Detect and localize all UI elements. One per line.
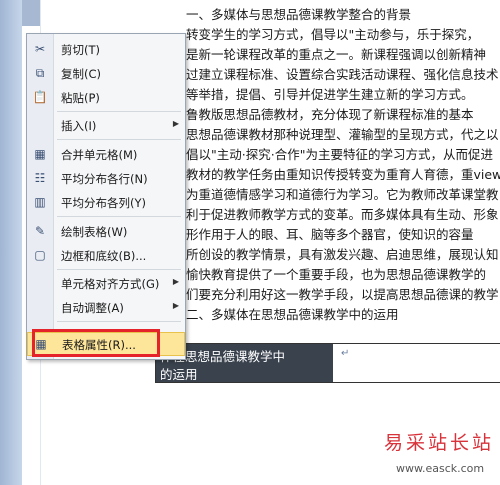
doc-line: 形作用于人的眼、耳、脑等多个器官，使知识的容量 [186, 227, 474, 242]
submenu-arrow-icon: ▶ [172, 119, 179, 128]
submenu-arrow-icon: ▶ [172, 277, 179, 286]
table-cell-text: 的运用 [160, 367, 198, 382]
table-cell-empty[interactable]: ↵ [333, 343, 500, 383]
menu-item-label: 插入(I) [61, 119, 97, 133]
menu-separator [57, 216, 181, 217]
doc-line: 愉快教育提供了一个重要手段，也为思想品德课教学的 [186, 267, 487, 282]
menu-item-merge-cells[interactable]: ▦ 合并单元格(M) [27, 143, 185, 165]
window-left-gutter [0, 0, 22, 485]
menu-item-draw-table[interactable]: ✎ 绘制表格(W) [27, 220, 185, 242]
doc-line: 转变学生的学习方式，倡导以"主动参与，乐于探究， [186, 27, 480, 42]
distribute-rows-icon: ☷ [34, 171, 46, 185]
menu-item-label: 粘贴(P) [61, 91, 100, 105]
doc-line: 利于促进教师教学方式的变革。而多媒体具有生动、形象 [186, 207, 499, 222]
context-menu: ✂ 剪切(T) ⧉ 复制(C) 📋 粘贴(P) 插入(I) ▶ ▦ 合并单元格(… [26, 33, 186, 360]
callout-highlight-box [32, 329, 160, 357]
menu-item-label: 复制(C) [61, 67, 102, 81]
copy-icon: ⧉ [35, 66, 45, 80]
menu-separator [57, 269, 181, 270]
merge-cells-icon: ▦ [34, 147, 46, 161]
menu-separator [57, 139, 181, 140]
menu-item-cut[interactable]: ✂ 剪切(T) [27, 38, 185, 60]
scissors-icon: ✂ [34, 42, 46, 56]
doc-line: 为重道德情感学习和道德行为学习。它为教师改革课堂教 [186, 187, 499, 202]
doc-line: 教材的教学任务由重知识传授转变为重育人育德，重viewing [186, 167, 500, 182]
doc-line: 思想品德课教材那种说理型、灌输型的呈现方式，代之以 [186, 127, 499, 142]
menu-item-label: 绘制表格(W) [61, 225, 128, 239]
doc-line: 过建立课程标准、设置综合实践活动课程、强化信息技术 [186, 67, 499, 82]
menu-item-distribute-columns[interactable]: ▥ 平均分布各列(Y) [27, 191, 185, 213]
doc-heading-2: 二、多媒体在思想品德课教学中的运用 [186, 307, 399, 322]
doc-line: 们要充分利用好这一教学手段，以提高思想品德课的教学 [186, 287, 499, 302]
doc-line: 倡以"主动·探究·合作"为主要特征的学习方式，从而促进 [186, 147, 493, 162]
doc-line: 等举措，提倡、引导并促进学生建立新的学习方式。 [186, 87, 474, 102]
document-table[interactable]: 体在思想品德课教学中 的运用 ↵ [150, 343, 500, 383]
menu-item-label: 单元格对齐方式(G) [61, 277, 160, 291]
draw-table-icon: ✎ [34, 224, 46, 238]
menu-item-distribute-rows[interactable]: ☷ 平均分布各行(N) [27, 167, 185, 189]
doc-line: 鲁教版思想品德教材，充分体现了新课程标准的基本 [186, 107, 474, 122]
borders-shading-icon: ▢ [34, 248, 46, 262]
paste-icon: 📋 [32, 90, 48, 104]
doc-line: 是新一轮课程改革的重点之一。新课程强调以创新精神 [186, 47, 487, 62]
menu-item-copy[interactable]: ⧉ 复制(C) [27, 62, 185, 84]
vertical-ruler-margin [22, 0, 40, 26]
menu-item-label: 边框和底纹(B)... [61, 249, 147, 263]
menu-separator [57, 111, 181, 112]
distribute-columns-icon: ▥ [34, 195, 46, 209]
menu-item-label: 剪切(T) [61, 43, 100, 57]
doc-line: 所创设的教学情景，具有激发兴趣、启迪思维，展现认知 [186, 247, 499, 262]
menu-item-label: 平均分布各列(Y) [61, 196, 146, 210]
menu-item-cell-alignment[interactable]: 单元格对齐方式(G) ▶ [27, 272, 185, 294]
menu-item-label: 平均分布各行(N) [61, 172, 148, 186]
watermark-title: 易采站长站 [384, 432, 495, 454]
doc-heading-1: 一、多媒体与思想品德课教学整合的背景 [186, 7, 412, 22]
watermark-url: www.easck.com [396, 462, 485, 475]
menu-item-borders-shading[interactable]: ▢ 边框和底纹(B)... [27, 244, 185, 266]
cell-end-mark: ↵ [341, 348, 350, 359]
menu-item-paste[interactable]: 📋 粘贴(P) [27, 86, 185, 108]
document-page[interactable]: 一、多媒体与思想品德课教学整合的背景 转变学生的学习方式，倡导以"主动参与，乐于… [150, 0, 500, 485]
menu-item-insert[interactable]: 插入(I) ▶ [27, 114, 185, 136]
menu-item-label: 合并单元格(M) [61, 148, 138, 162]
site-watermark: 易采站长站 www.easck.com [378, 425, 500, 485]
